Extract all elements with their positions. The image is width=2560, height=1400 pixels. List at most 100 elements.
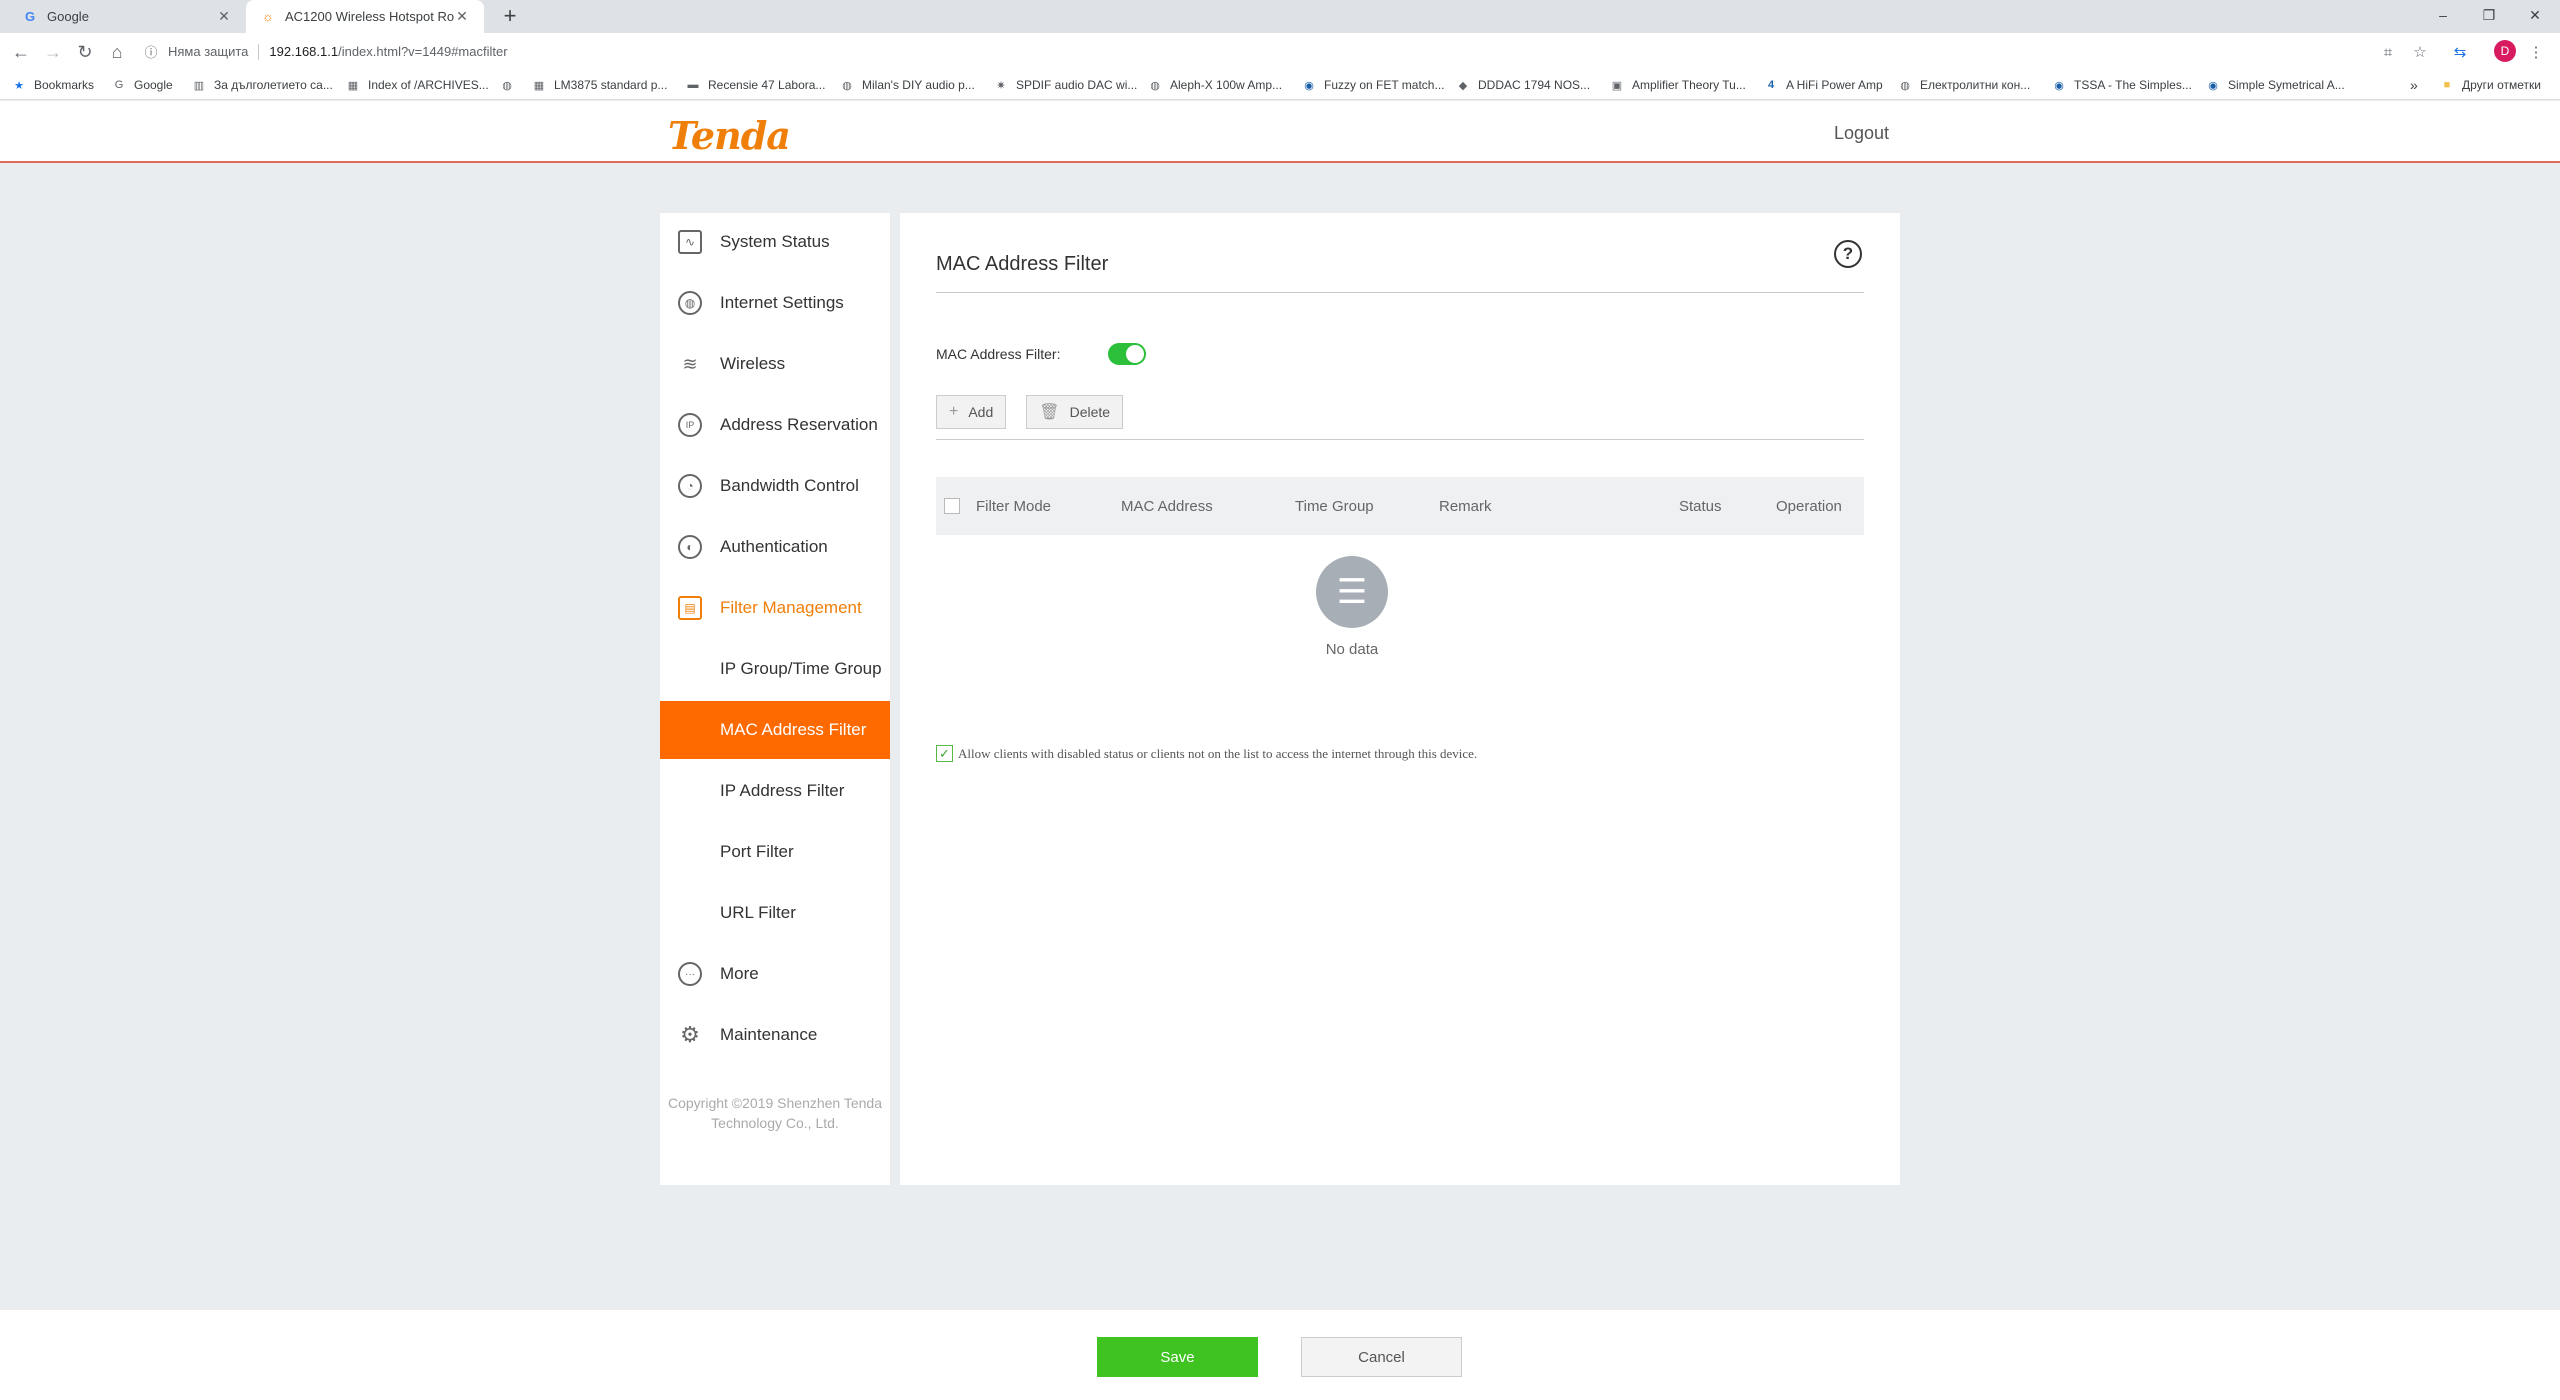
- sidebar-item-bandwidth-control[interactable]: ◔ Bandwidth Control: [660, 457, 890, 515]
- tenda-logo: Tenda: [668, 113, 791, 158]
- filter-label: MAC Address Filter:: [936, 346, 1061, 362]
- profile-avatar[interactable]: D: [2494, 40, 2516, 62]
- bookmark-item[interactable]: ◍ Milan's DIY audio p...: [840, 76, 975, 94]
- bookmark-label: Електролитни кон...: [1920, 78, 2031, 92]
- tab-title: AC1200 Wireless Hotspot Router: [285, 9, 454, 24]
- cancel-button[interactable]: Cancel: [1301, 1337, 1462, 1377]
- bookmark-item[interactable]: ◍: [500, 76, 522, 94]
- sidebar-subitem-ip-address-filter[interactable]: IP Address Filter: [660, 762, 890, 820]
- bookmark-label: DDDAC 1794 NOS...: [1478, 78, 1591, 92]
- bookmark-item[interactable]: G Google: [112, 76, 173, 94]
- globe-icon: ◍: [678, 291, 702, 315]
- bookmark-item[interactable]: ◉ TSSA - The Simples...: [2052, 76, 2192, 94]
- sidebar-item-maintenance[interactable]: ⚙ Maintenance: [660, 1006, 890, 1064]
- bookmark-item[interactable]: ◉ Fuzzy on FET match...: [1302, 76, 1444, 94]
- bookmark-item[interactable]: ▬ Recensie 47 Labora...: [686, 76, 826, 94]
- window-close-button[interactable]: ✕: [2512, 0, 2558, 30]
- globe-icon: ◍: [1900, 79, 1910, 92]
- allow-clients-label: Allow clients with disabled status or cl…: [958, 745, 1478, 761]
- help-icon[interactable]: ?: [1834, 240, 1862, 268]
- browser-tab-router[interactable]: ☼ AC1200 Wireless Hotspot Router ✕: [246, 0, 484, 33]
- sidebar-item-system-status[interactable]: ∿ System Status: [660, 213, 890, 271]
- sidebar-item-more[interactable]: ··· More: [660, 945, 890, 1003]
- url-host: 192.168.1.1: [269, 44, 339, 59]
- sidebar: ∿ System Status ◍ Internet Settings ≋ Wi…: [660, 213, 890, 1185]
- mac-filter-toggle[interactable]: [1108, 343, 1147, 365]
- page-title: MAC Address Filter: [936, 253, 1109, 275]
- sidebar-item-internet-settings[interactable]: ◍ Internet Settings: [660, 274, 890, 332]
- sidebar-subitem-url-filter[interactable]: URL Filter: [660, 884, 890, 942]
- forward-icon[interactable]: →: [41, 40, 65, 64]
- bookmark-label: Други отметки: [2462, 78, 2541, 92]
- home-icon[interactable]: ⌂: [105, 40, 129, 64]
- bookmark-label: Index of /ARCHIVES...: [368, 78, 489, 92]
- sidebar-item-filter-management[interactable]: ▤ Filter Management: [660, 579, 890, 637]
- logout-link[interactable]: Logout: [1834, 123, 1889, 144]
- bookmark-label: Recensie 47 Labora...: [708, 78, 826, 92]
- extension-translate-icon[interactable]: ⇆: [2448, 40, 2472, 64]
- delete-button[interactable]: 🗑 Delete: [1026, 395, 1124, 429]
- empty-list-icon: ☰: [1316, 556, 1388, 628]
- site-icon: ▦: [533, 79, 545, 92]
- minimize-button[interactable]: –: [2420, 0, 2466, 30]
- close-tab-icon[interactable]: ✕: [454, 8, 470, 25]
- translate-icon[interactable]: ⌗: [2376, 40, 2400, 64]
- bookmark-item[interactable]: ◉ Simple Symetrical A...: [2206, 76, 2345, 94]
- address-bar[interactable]: ⓘ Няма защита 192.168.1.1 /index.html?v=…: [142, 37, 2392, 66]
- bookmark-item[interactable]: ◍ Електролитни кон...: [1898, 76, 2030, 94]
- app-header: Tenda Logout: [0, 101, 2560, 163]
- bookmark-item[interactable]: ✷ SPDIF audio DAC wi...: [994, 76, 1137, 94]
- close-tab-icon[interactable]: ✕: [216, 8, 232, 25]
- site-icon: ▥: [193, 79, 205, 92]
- bookmark-item[interactable]: 4 A HiFi Power Amp: [1764, 76, 1883, 94]
- restore-button[interactable]: ❐: [2466, 0, 2512, 30]
- bookmark-label: Aleph-X 100w Amp...: [1170, 78, 1283, 92]
- bookmark-label: Simple Symetrical A...: [2228, 78, 2345, 92]
- allow-clients-row: ✓ Allow clients with disabled status or …: [936, 745, 1477, 762]
- bookmark-item[interactable]: ▦ Index of /ARCHIVES...: [346, 76, 489, 94]
- site-icon: ◉: [1304, 79, 1314, 92]
- column-filter-mode: Filter Mode: [976, 497, 1052, 515]
- globe-icon: ◍: [842, 79, 852, 92]
- site-icon: ✷: [996, 79, 1006, 92]
- other-bookmarks[interactable]: ■ Други отметки: [2440, 76, 2541, 94]
- back-icon[interactable]: ←: [9, 40, 33, 64]
- sidebar-item-label: Authentication: [720, 537, 828, 556]
- allow-clients-checkbox[interactable]: ✓: [936, 745, 953, 762]
- sidebar-item-label: Filter Management: [720, 598, 862, 617]
- select-all-checkbox[interactable]: [944, 498, 960, 514]
- action-buttons: + Add 🗑 Delete: [936, 395, 1143, 429]
- bookmark-label: За дълголетието са...: [214, 78, 333, 92]
- sidebar-subitem-port-filter[interactable]: Port Filter: [660, 823, 890, 881]
- info-icon[interactable]: ⓘ: [142, 43, 160, 61]
- filter-toggle-row: MAC Address Filter:: [936, 343, 1147, 365]
- add-button[interactable]: + Add: [936, 395, 1007, 429]
- bookmark-item[interactable]: ◆ DDDAC 1794 NOS...: [1456, 76, 1590, 94]
- bookmark-star-icon[interactable]: ☆: [2408, 40, 2432, 64]
- sidebar-subitem-ip-group-time-group[interactable]: IP Group/Time Group: [660, 640, 890, 698]
- bookmark-item[interactable]: ▦ LM3875 standard p...: [532, 76, 668, 94]
- bookmarks-overflow-button[interactable]: »: [2410, 76, 2418, 94]
- sidebar-item-label: IP Group/Time Group: [720, 659, 882, 678]
- tab-title: Google: [47, 9, 89, 24]
- sidebar-item-address-reservation[interactable]: IP Address Reservation: [660, 396, 890, 454]
- google-favicon-icon: G: [24, 9, 36, 24]
- sidebar-item-label: IP Address Filter: [720, 781, 845, 800]
- sidebar-item-authentication[interactable]: ◐ Authentication: [660, 518, 890, 576]
- sidebar-item-wireless[interactable]: ≋ Wireless: [660, 335, 890, 393]
- bookmark-item[interactable]: ◍ Aleph-X 100w Amp...: [1148, 76, 1282, 94]
- bookmark-label: TSSA - The Simples...: [2074, 78, 2192, 92]
- menu-kebab-icon[interactable]: ⋮: [2524, 40, 2548, 64]
- bookmark-item[interactable]: ★ Bookmarks: [12, 76, 94, 94]
- browser-tab-google[interactable]: G Google ✕: [8, 0, 246, 33]
- url-path: /index.html?v=1449#macfilter: [338, 44, 508, 59]
- sidebar-subitem-mac-address-filter[interactable]: MAC Address Filter: [660, 701, 890, 759]
- bookmark-item[interactable]: ▣ Amplifier Theory Tu...: [1610, 76, 1746, 94]
- google-icon: G: [114, 79, 124, 91]
- bookmark-item[interactable]: ▥ За дълголетието са...: [192, 76, 333, 94]
- delete-label: Delete: [1069, 404, 1111, 420]
- title-divider: [936, 292, 1864, 293]
- save-button[interactable]: Save: [1097, 1337, 1258, 1377]
- new-tab-button[interactable]: +: [498, 5, 522, 29]
- reload-icon[interactable]: ↻: [73, 40, 97, 64]
